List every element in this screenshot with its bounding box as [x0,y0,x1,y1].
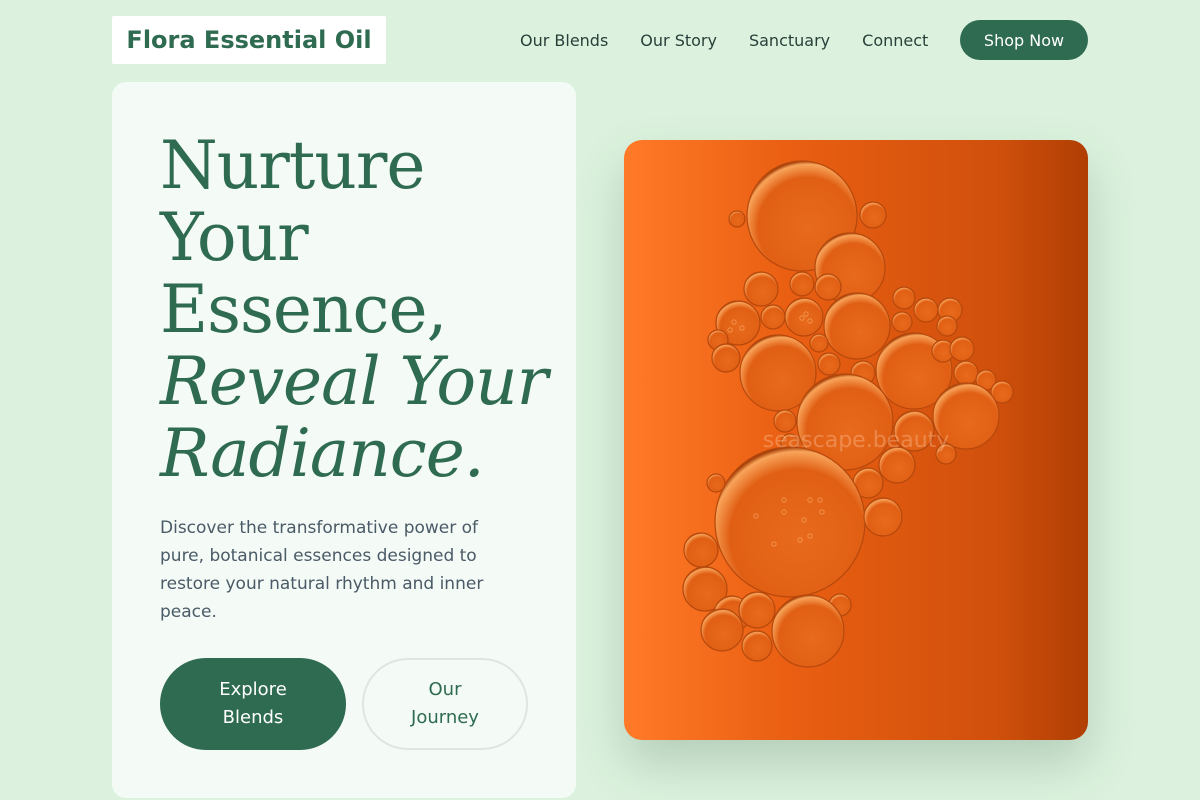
headline-italic-line: Reveal Your [160,343,548,420]
main-nav: Our Blends Our Story Sanctuary Connect [504,20,944,60]
nav-link-connect[interactable]: Connect [846,31,944,50]
explore-blends-button[interactable]: Explore Blends [160,658,346,750]
oil-bubble [823,292,891,360]
oil-bubble [700,608,744,652]
oil-bubble [683,532,719,568]
nav-link-our-blends[interactable]: Our Blends [504,31,624,50]
oil-bubble [789,271,815,297]
oil-bubble [936,315,958,337]
oil-bubble [771,594,845,668]
oil-bubble [814,273,842,301]
oil-bubble [949,336,975,362]
oil-bubble [714,446,866,598]
our-journey-button[interactable]: Our Journey [362,658,528,750]
oil-bubble [809,333,829,353]
oil-bubble [711,343,741,373]
headline-line: Essence, [160,271,448,348]
nav-link-our-story[interactable]: Our Story [624,31,733,50]
logo[interactable]: Flora Essential Oil [112,16,386,64]
hero-image: seascape.beauty [624,140,1088,740]
page: Flora Essential Oil Our Blends Our Story… [0,0,1200,800]
oil-bubble [706,473,726,493]
oil-bubble [891,311,913,333]
nav-link-sanctuary[interactable]: Sanctuary [733,31,846,50]
oil-bubble [743,271,779,307]
oil-bubble [863,497,903,537]
hero-headline: Nurture Your Essence, Reveal Your Radian… [160,130,560,490]
logo-text: Flora Essential Oil [126,26,372,54]
headline-line: Your [160,199,309,276]
hero-description: Discover the transformative power of pur… [160,518,484,622]
oil-bubble [892,286,916,310]
headline-line: Nurture [160,127,425,204]
headline-italic-line: Radiance. [160,415,485,492]
oil-bubble [741,630,773,662]
hero-card: Nurture Your Essence, Reveal Your Radian… [112,82,576,798]
oil-bubble [817,352,841,376]
oil-bubble [760,304,786,330]
oil-bubble [728,210,746,228]
oil-bubble [913,297,939,323]
oil-bubble [859,201,887,229]
shop-now-button[interactable]: Shop Now [960,20,1088,60]
watermark-text: seascape.beauty [762,428,950,453]
oil-bubble [738,591,776,629]
oil-bubble [953,360,979,386]
